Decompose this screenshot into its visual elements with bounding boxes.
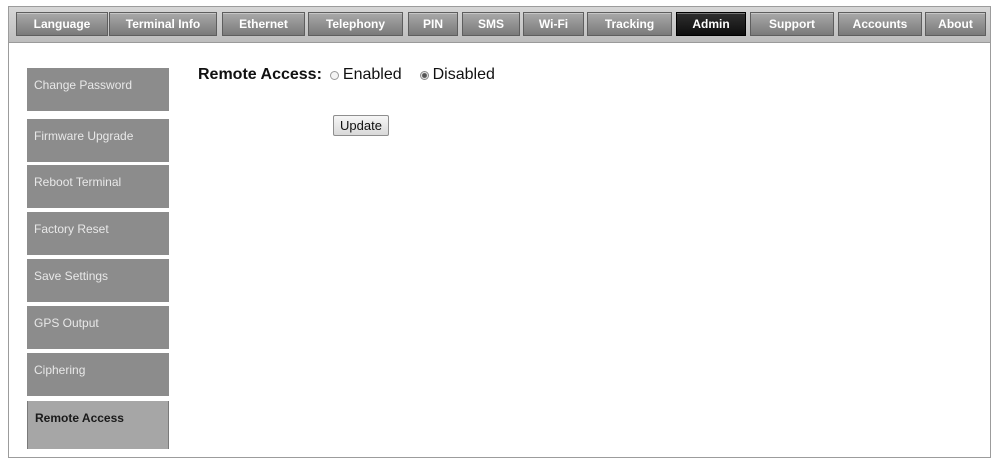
tab-wifi[interactable]: Wi-Fi (523, 12, 584, 36)
sidebar-item-remote-access[interactable]: Remote Access (27, 401, 169, 449)
sidebar-item-save-settings[interactable]: Save Settings (27, 259, 169, 302)
remote-access-enabled-option[interactable]: Enabled (329, 66, 402, 84)
sidebar-item-firmware-upgrade[interactable]: Firmware Upgrade (27, 119, 169, 162)
disabled-label: Disabled (432, 66, 495, 83)
disabled-radio[interactable] (419, 70, 429, 80)
tab-terminal-info[interactable]: Terminal Info (109, 12, 217, 36)
sidebar-item-reboot-terminal[interactable]: Reboot Terminal (27, 165, 169, 208)
sidebar-item-factory-reset[interactable]: Factory Reset (27, 212, 169, 255)
sidebar-item-gps-output[interactable]: GPS Output (27, 306, 169, 349)
update-button[interactable]: Update (333, 115, 389, 136)
sidebar-item-ciphering[interactable]: Ciphering (27, 353, 169, 396)
tab-tracking[interactable]: Tracking (587, 12, 672, 36)
tab-ethernet[interactable]: Ethernet (222, 12, 305, 36)
tab-language[interactable]: Language (16, 12, 108, 36)
tab-support[interactable]: Support (750, 12, 834, 36)
tab-admin[interactable]: Admin (676, 12, 746, 36)
tab-pin[interactable]: PIN (408, 12, 458, 36)
top-tab-bar: Language Terminal Info Ethernet Telephon… (9, 7, 990, 43)
sidebar-item-change-password[interactable]: Change Password (27, 68, 169, 111)
remote-access-row: Remote Access: Enabled Disabled (198, 65, 513, 85)
tab-sms[interactable]: SMS (462, 12, 520, 36)
remote-access-title: Remote Access: (198, 66, 322, 83)
tab-about[interactable]: About (925, 12, 986, 36)
tab-telephony[interactable]: Telephony (308, 12, 403, 36)
enabled-label: Enabled (342, 66, 402, 83)
enabled-radio[interactable] (329, 70, 339, 80)
tab-accounts[interactable]: Accounts (838, 12, 922, 36)
remote-access-disabled-option[interactable]: Disabled (419, 66, 495, 84)
